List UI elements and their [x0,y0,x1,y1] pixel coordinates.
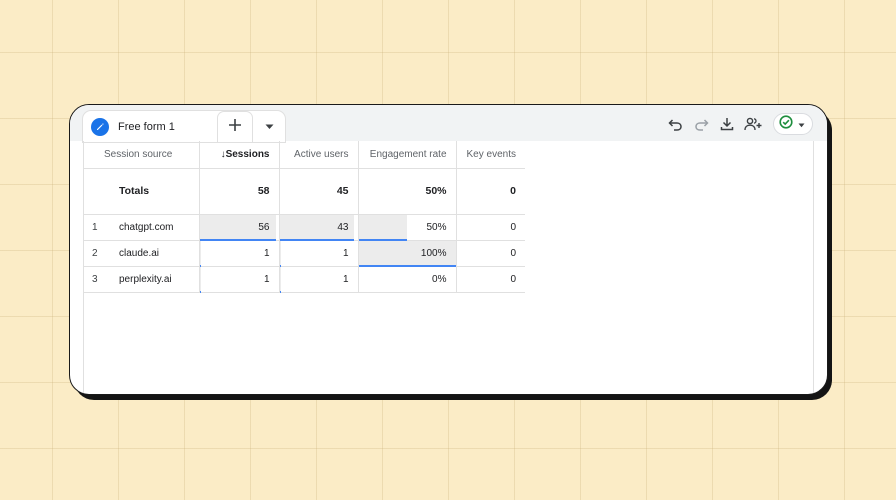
redo-icon[interactable] [691,114,711,134]
bar-fill [199,240,201,266]
cell-value: 1 [263,273,270,285]
header-sessions[interactable]: ↓Sessions [199,141,280,169]
table-row[interactable]: 3 perplexity.ai 1 1 0% 0 [84,266,525,293]
cell-value: 50% [426,221,447,233]
row-engagement-rate: 100% [358,240,457,267]
bar-fill [279,240,282,266]
row-session-source[interactable]: perplexity.ai [116,266,200,293]
check-circle-icon [779,114,793,134]
cell-value: 56 [258,221,270,233]
row-active-users: 1 [279,266,359,293]
row-sessions: 1 [199,266,280,293]
totals-key-events: 0 [456,168,525,215]
totals-row: Totals 58 45 50% 0 [84,168,525,215]
totals-engagement-rate: 50% [358,168,457,215]
bar-fill [279,266,282,292]
header-active-users[interactable]: Active users [279,141,359,169]
header-key-events[interactable]: Key events [456,141,525,169]
bar-line [279,290,282,293]
tab-label: Free form 1 [118,120,175,133]
header-engagement-rate[interactable]: Engagement rate [358,141,457,169]
row-engagement-rate: 50% [358,214,457,241]
toolbar [665,113,813,135]
cell-value: 1 [342,247,349,259]
totals-label: Totals [116,168,200,215]
tab-free-form-1[interactable]: Free form 1 [83,111,285,142]
cell-value: 1 [342,273,349,285]
totals-active-users: 45 [279,168,359,215]
row-active-users: 43 [279,214,359,241]
row-key-events: 0 [456,266,525,293]
totals-sessions: 58 [199,168,280,215]
row-sessions: 56 [199,214,280,241]
row-key-events: 0 [456,214,525,241]
row-engagement-rate: 0% [358,266,457,293]
cell-value: 1 [263,247,270,259]
add-tab-button[interactable] [218,112,252,142]
chevron-down-icon [798,115,805,133]
row-session-source[interactable]: chatgpt.com [116,214,200,241]
table-row[interactable]: 2 claude.ai 1 1 100% 0 [84,240,525,267]
row-sessions: 1 [199,240,280,267]
table-header-row: Session source ↓Sessions Active users En… [84,141,525,169]
free-form-table-area: Session source ↓Sessions Active users En… [83,141,814,394]
status-dropdown[interactable] [773,113,813,135]
row-active-users: 1 [279,240,359,267]
share-icon[interactable] [743,114,763,134]
plus-icon [228,118,242,137]
row-session-source[interactable]: claude.ai [116,240,200,267]
pencil-icon[interactable] [91,117,109,136]
row-index: 1 [84,214,116,241]
table-row[interactable]: 1 chatgpt.com 56 43 50% 0 [84,214,525,241]
bar-line [199,290,201,293]
bar-fill [199,266,201,292]
row-index: 3 [84,266,116,293]
tab-bar: Free form 1 [70,105,827,142]
report-card: Free form 1 Session source ↓Sessions Act… [69,104,828,395]
tab-caret-icon[interactable] [265,124,274,130]
cell-value: 0% [432,273,447,285]
data-table: Session source ↓Sessions Active users En… [84,141,525,293]
undo-icon[interactable] [665,114,685,134]
row-key-events: 0 [456,240,525,267]
cell-value: 43 [337,221,349,233]
cell-value: 100% [420,247,447,259]
download-icon[interactable] [717,114,737,134]
table-rows: 1 chatgpt.com 56 43 50% 0 2 claude.ai 1 1 100% 0 3 pe… [84,214,525,293]
totals-index [84,168,116,215]
bar-fill [358,214,407,240]
header-session-source[interactable]: Session source [84,141,200,169]
row-index: 2 [84,240,116,267]
